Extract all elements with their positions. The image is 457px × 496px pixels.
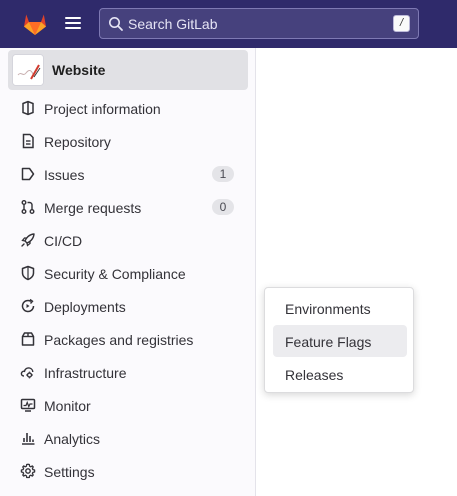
search-placeholder: Search GitLab — [128, 16, 218, 32]
sidebar-item-label: Merge requests — [44, 200, 142, 216]
flyout-item-label: Releases — [285, 367, 344, 383]
top-navigation-bar: Search GitLab / — [0, 0, 457, 48]
menu-hamburger-icon[interactable] — [63, 14, 83, 34]
cloud-gear-icon — [20, 367, 34, 379]
deployments-icon — [21, 298, 35, 313]
search-icon — [109, 17, 123, 31]
sidebar-item-monitor[interactable]: Monitor — [8, 389, 248, 422]
gitlab-logo-icon[interactable] — [22, 11, 48, 37]
monitor-icon — [20, 398, 36, 412]
flyout-item-environments[interactable]: Environments — [273, 292, 407, 324]
sidebar-item-project-information[interactable]: Project information — [8, 92, 248, 125]
sidebar-item-label: CI/CD — [44, 233, 83, 249]
flyout-item-label: Feature Flags — [285, 334, 372, 350]
issues-count-badge: 1 — [212, 166, 234, 182]
project-sidebar: Website Project information Repository I… — [0, 48, 256, 496]
shield-icon — [21, 265, 35, 281]
sidebar-item-label: Monitor — [44, 398, 91, 414]
search-shortcut-key: / — [393, 15, 410, 32]
sidebar-item-settings[interactable]: Settings — [8, 455, 248, 488]
deployments-flyout-menu: Environments Feature Flags Releases — [264, 287, 414, 393]
rocket-icon — [21, 233, 35, 247]
project-info-icon — [22, 100, 34, 116]
sidebar-item-label: Issues — [44, 167, 85, 183]
sidebar-item-label: Project information — [44, 101, 161, 117]
repository-icon — [22, 133, 34, 149]
flyout-item-label: Environments — [285, 301, 371, 317]
sidebar-item-security-compliance[interactable]: Security & Compliance — [8, 257, 248, 290]
package-icon — [21, 332, 35, 346]
chart-icon — [22, 433, 35, 445]
sidebar-item-label: Deployments — [44, 299, 126, 315]
sidebar-item-label: Analytics — [44, 431, 101, 447]
sidebar-item-label: Security & Compliance — [44, 266, 186, 282]
sidebar-item-ci-cd[interactable]: CI/CD — [8, 224, 248, 257]
sidebar-item-infrastructure[interactable]: Infrastructure — [8, 356, 248, 389]
sidebar-item-merge-requests[interactable]: Merge requests 0 — [8, 191, 248, 224]
sidebar-item-packages-registries[interactable]: Packages and registries — [8, 323, 248, 356]
sidebar-item-deployments[interactable]: Deployments — [8, 290, 248, 323]
project-header[interactable]: Website — [8, 50, 248, 90]
merge-requests-count-badge: 0 — [212, 199, 234, 215]
sidebar-item-label: Settings — [44, 464, 95, 480]
sidebar-item-label: Packages and registries — [44, 332, 194, 348]
sidebar-item-label: Infrastructure — [44, 365, 127, 381]
sidebar-item-issues[interactable]: Issues 1 — [8, 158, 248, 191]
merge-request-icon — [21, 200, 35, 214]
project-avatar — [12, 54, 44, 86]
flyout-item-feature-flags[interactable]: Feature Flags — [273, 325, 407, 357]
flyout-item-releases[interactable]: Releases — [273, 358, 407, 390]
sidebar-item-analytics[interactable]: Analytics — [8, 422, 248, 455]
sidebar-item-repository[interactable]: Repository — [8, 125, 248, 158]
search-input[interactable]: Search GitLab / — [99, 8, 419, 39]
issues-icon — [21, 167, 35, 181]
gear-icon — [20, 463, 36, 479]
sidebar-item-label: Repository — [44, 134, 111, 150]
project-name: Website — [52, 62, 106, 78]
